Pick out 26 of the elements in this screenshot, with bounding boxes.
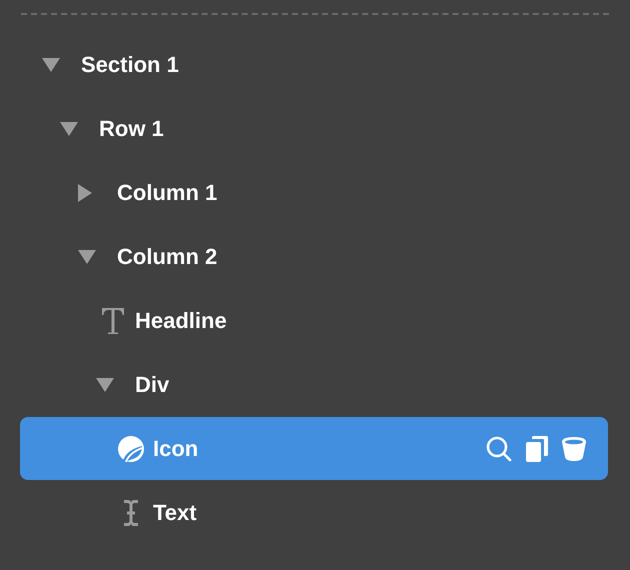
expanded-triangle-icon[interactable] bbox=[60, 122, 78, 136]
search-icon[interactable] bbox=[486, 436, 512, 462]
tree-row[interactable]: Section 1 bbox=[20, 33, 608, 96]
tree-row[interactable]: Text bbox=[20, 481, 608, 544]
node-label: Section 1 bbox=[81, 51, 180, 79]
node-label: Column 1 bbox=[117, 179, 218, 207]
tree-row[interactable]: Div bbox=[20, 353, 608, 416]
collapsed-triangle-icon[interactable] bbox=[78, 184, 92, 202]
node-label: Text bbox=[153, 499, 198, 527]
text-cursor-icon bbox=[122, 498, 138, 526]
tree-row[interactable]: Column 1 bbox=[20, 161, 608, 224]
duplicate-icon[interactable] bbox=[526, 436, 548, 462]
expanded-triangle-icon[interactable] bbox=[42, 58, 60, 72]
node-label: Div bbox=[135, 371, 170, 399]
trash-icon[interactable] bbox=[562, 436, 586, 460]
tree-row[interactable]: Headline bbox=[20, 289, 608, 352]
tree-row[interactable]: Row 1 bbox=[20, 97, 608, 160]
node-label: Column 2 bbox=[117, 243, 218, 271]
node-label: Icon bbox=[153, 435, 200, 463]
expanded-triangle-icon[interactable] bbox=[96, 378, 114, 392]
node-label: Headline bbox=[135, 307, 228, 335]
leaf-circle-icon bbox=[118, 436, 144, 462]
tree-row[interactable]: Column 2 bbox=[20, 225, 608, 288]
node-label: Row 1 bbox=[99, 115, 165, 143]
serif-t-icon bbox=[100, 306, 124, 334]
expanded-triangle-icon[interactable] bbox=[78, 250, 96, 264]
